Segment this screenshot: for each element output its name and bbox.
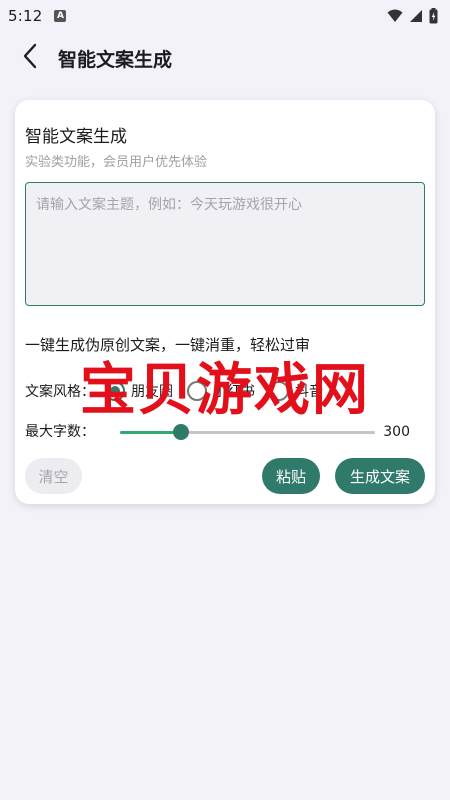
radio-selected-icon [105,381,125,401]
radio-unselected-icon [269,381,289,401]
status-time: 5:12 [8,7,43,25]
style-option-label: 朋友圈 [131,384,173,400]
style-option-moments[interactable]: 朋友圈 [105,381,173,401]
battery-icon [429,8,438,24]
card-title: 智能文案生成 [25,127,127,147]
chevron-left-icon [22,43,38,73]
generate-button[interactable]: 生成文案 [335,458,425,494]
copywriting-card: 智能文案生成 实验类功能，会员用户优先体验 一键生成伪原创文案，一键消重，轻松过… [15,100,435,504]
feature-slogan: 一键生成伪原创文案，一键消重，轻松过审 [25,336,311,354]
topic-input[interactable] [26,183,424,305]
style-option-label: 小红书 [213,384,255,400]
signal-icon [409,9,423,23]
page-title: 智能文案生成 [58,48,173,71]
style-option-label: 抖音 [295,384,323,400]
max-length-label: 最大字数： [25,424,95,440]
topic-input-box [25,182,425,306]
card-subtitle: 实验类功能，会员用户优先体验 [25,155,208,170]
style-label: 文案风格： [25,384,95,400]
status-icons [387,8,438,24]
style-option-xiaohongshu[interactable]: 小红书 [187,381,255,401]
paste-button[interactable]: 粘贴 [262,458,320,494]
status-bar: 5:12 A [0,0,450,32]
notification-a-icon: A [54,10,67,22]
back-button[interactable] [6,34,54,82]
radio-unselected-icon [187,381,207,401]
max-length-row: 最大字数： 300 [25,422,425,444]
style-selector: 文案风格： 朋友圈 小红书 抖音 [25,378,337,404]
slider-active-track [120,431,182,434]
max-length-slider[interactable] [120,422,375,442]
max-length-value: 300 [383,424,410,440]
slider-thumb[interactable] [173,424,190,440]
wifi-icon [387,9,403,23]
style-option-douyin[interactable]: 抖音 [269,381,323,401]
clear-button[interactable]: 清空 [25,458,82,494]
app-bar: 智能文案生成 [0,34,450,82]
